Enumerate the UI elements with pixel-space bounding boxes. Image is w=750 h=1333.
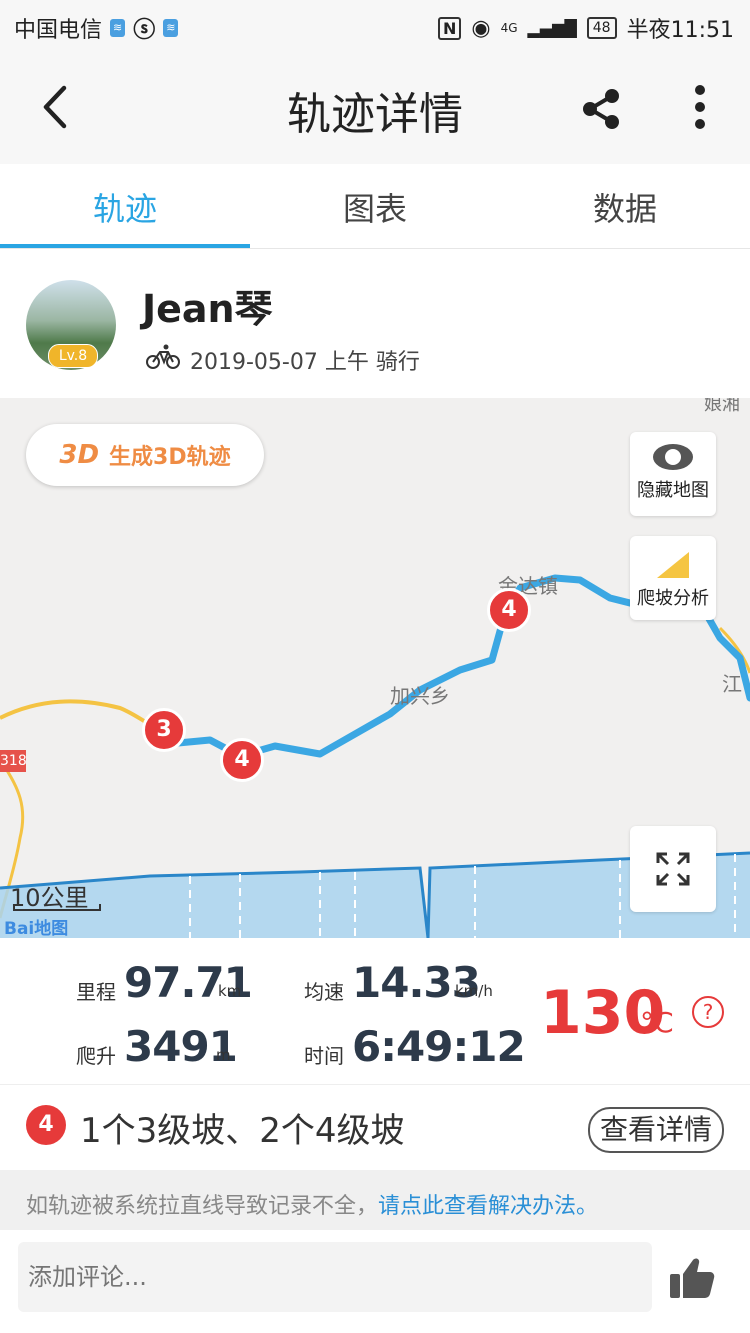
eye-comfort-icon: ◉ — [471, 15, 491, 41]
time-label: 时间 — [304, 1044, 344, 1068]
profile-section: Lv.8 Jean琴 2019-05-07 上午 骑行 — [0, 250, 750, 398]
slope-icon — [630, 548, 716, 584]
view-details-button[interactable]: 查看详情 — [588, 1107, 724, 1153]
road-sign-318: 318 — [0, 750, 27, 772]
app-header: 轨迹详情 — [0, 52, 750, 164]
time-value: 6:49:12 — [352, 1022, 526, 1071]
tab-bar: 轨迹 图表 数据 — [0, 164, 750, 249]
comment-bar — [0, 1230, 750, 1333]
stats-panel: 里程 97.71 km 均速 14.33 km/h 爬升 3491 m 时间 6… — [0, 938, 750, 1085]
speed-unit: km/h — [455, 982, 493, 1000]
more-options-icon[interactable] — [688, 82, 712, 132]
notice-text: 如轨迹被系统拉直线导致记录不全， — [26, 1194, 379, 1219]
help-icon[interactable]: ? — [692, 996, 724, 1028]
climb-marker[interactable]: 3 — [142, 708, 186, 752]
share-icon[interactable] — [578, 86, 624, 132]
notice-bar: 如轨迹被系统拉直线导致记录不全，请点此查看解决办法。 — [0, 1170, 750, 1230]
place-label-top: 娘湘 — [704, 398, 740, 415]
climb-summary-text: 1个3级坡、2个4级坡 — [80, 1111, 405, 1151]
tab-chart[interactable]: 图表 — [250, 164, 500, 248]
tab-data[interactable]: 数据 — [500, 164, 750, 248]
temperature-unit: °C — [640, 1006, 674, 1039]
generate-3d-button[interactable]: 3D 生成3D轨迹 — [26, 424, 264, 486]
bicycle-icon — [146, 344, 180, 376]
notice-link[interactable]: 请点此查看解决办法。 — [378, 1194, 598, 1219]
climb-label: 爬升 — [76, 1044, 116, 1068]
carrier-label: 中国电信 — [14, 18, 103, 43]
distance-unit: km — [218, 982, 242, 1000]
level-badge: Lv.8 — [48, 344, 98, 368]
distance-label: 里程 — [76, 980, 116, 1004]
hide-map-label: 隐藏地图 — [637, 480, 709, 501]
fullscreen-button[interactable] — [630, 826, 716, 912]
tab-track[interactable]: 轨迹 — [0, 164, 250, 248]
signal-icon: ▂▄▆█ — [527, 18, 577, 38]
ride-meta: 2019-05-07 上午 骑行 — [146, 344, 420, 376]
generate-3d-label: 生成3D轨迹 — [109, 445, 231, 470]
page-title: 轨迹详情 — [287, 89, 463, 140]
tab-indicator — [0, 244, 250, 248]
climb-grade-badge: 4 — [26, 1105, 66, 1145]
weibo-icon: ⓢ — [133, 18, 156, 43]
climb-unit: m — [216, 1046, 231, 1064]
thumbs-up-icon[interactable] — [668, 1254, 716, 1302]
place-label-jiang: 江 — [722, 672, 742, 696]
hide-map-button[interactable]: 隐藏地图 — [630, 432, 716, 516]
network-label: 4G — [500, 21, 518, 35]
wifi-call-icon: ≋ — [110, 19, 126, 37]
route-map[interactable]: 金达镇 加兴乡 江 娘湘 318 3 4 4 3D 生成3D轨迹 隐藏地图 爬坡… — [0, 398, 750, 938]
speed-label: 均速 — [304, 980, 344, 1004]
climb-marker[interactable]: 4 — [487, 588, 531, 632]
place-label-jiaxing: 加兴乡 — [390, 684, 450, 708]
climb-summary: 4 1个3级坡、2个4级坡 查看详情 — [0, 1085, 750, 1169]
expand-icon — [630, 852, 716, 890]
eye-icon — [630, 442, 716, 476]
battery-icon: 48 — [586, 17, 617, 39]
climb-analysis-label: 爬坡分析 — [637, 588, 709, 609]
climb-marker[interactable]: 4 — [220, 738, 264, 782]
climb-analysis-button[interactable]: 爬坡分析 — [630, 536, 716, 620]
status-bar: 中国电信 ≋ ⓢ ≋ N ◉ 4G ▂▄▆█ 48 半夜11:51 — [0, 0, 750, 52]
map-scale: 10公里 — [10, 884, 89, 912]
clock: 半夜11:51 — [626, 18, 734, 43]
3d-icon: 3D — [59, 440, 100, 470]
baidu-logo: Bai地图 — [4, 919, 69, 938]
nfc-icon: N — [438, 16, 462, 40]
wifi-icon: ≋ — [163, 19, 179, 37]
comment-input[interactable] — [18, 1242, 652, 1312]
user-name[interactable]: Jean琴 — [142, 278, 273, 333]
ride-date: 2019-05-07 上午 骑行 — [190, 350, 420, 375]
